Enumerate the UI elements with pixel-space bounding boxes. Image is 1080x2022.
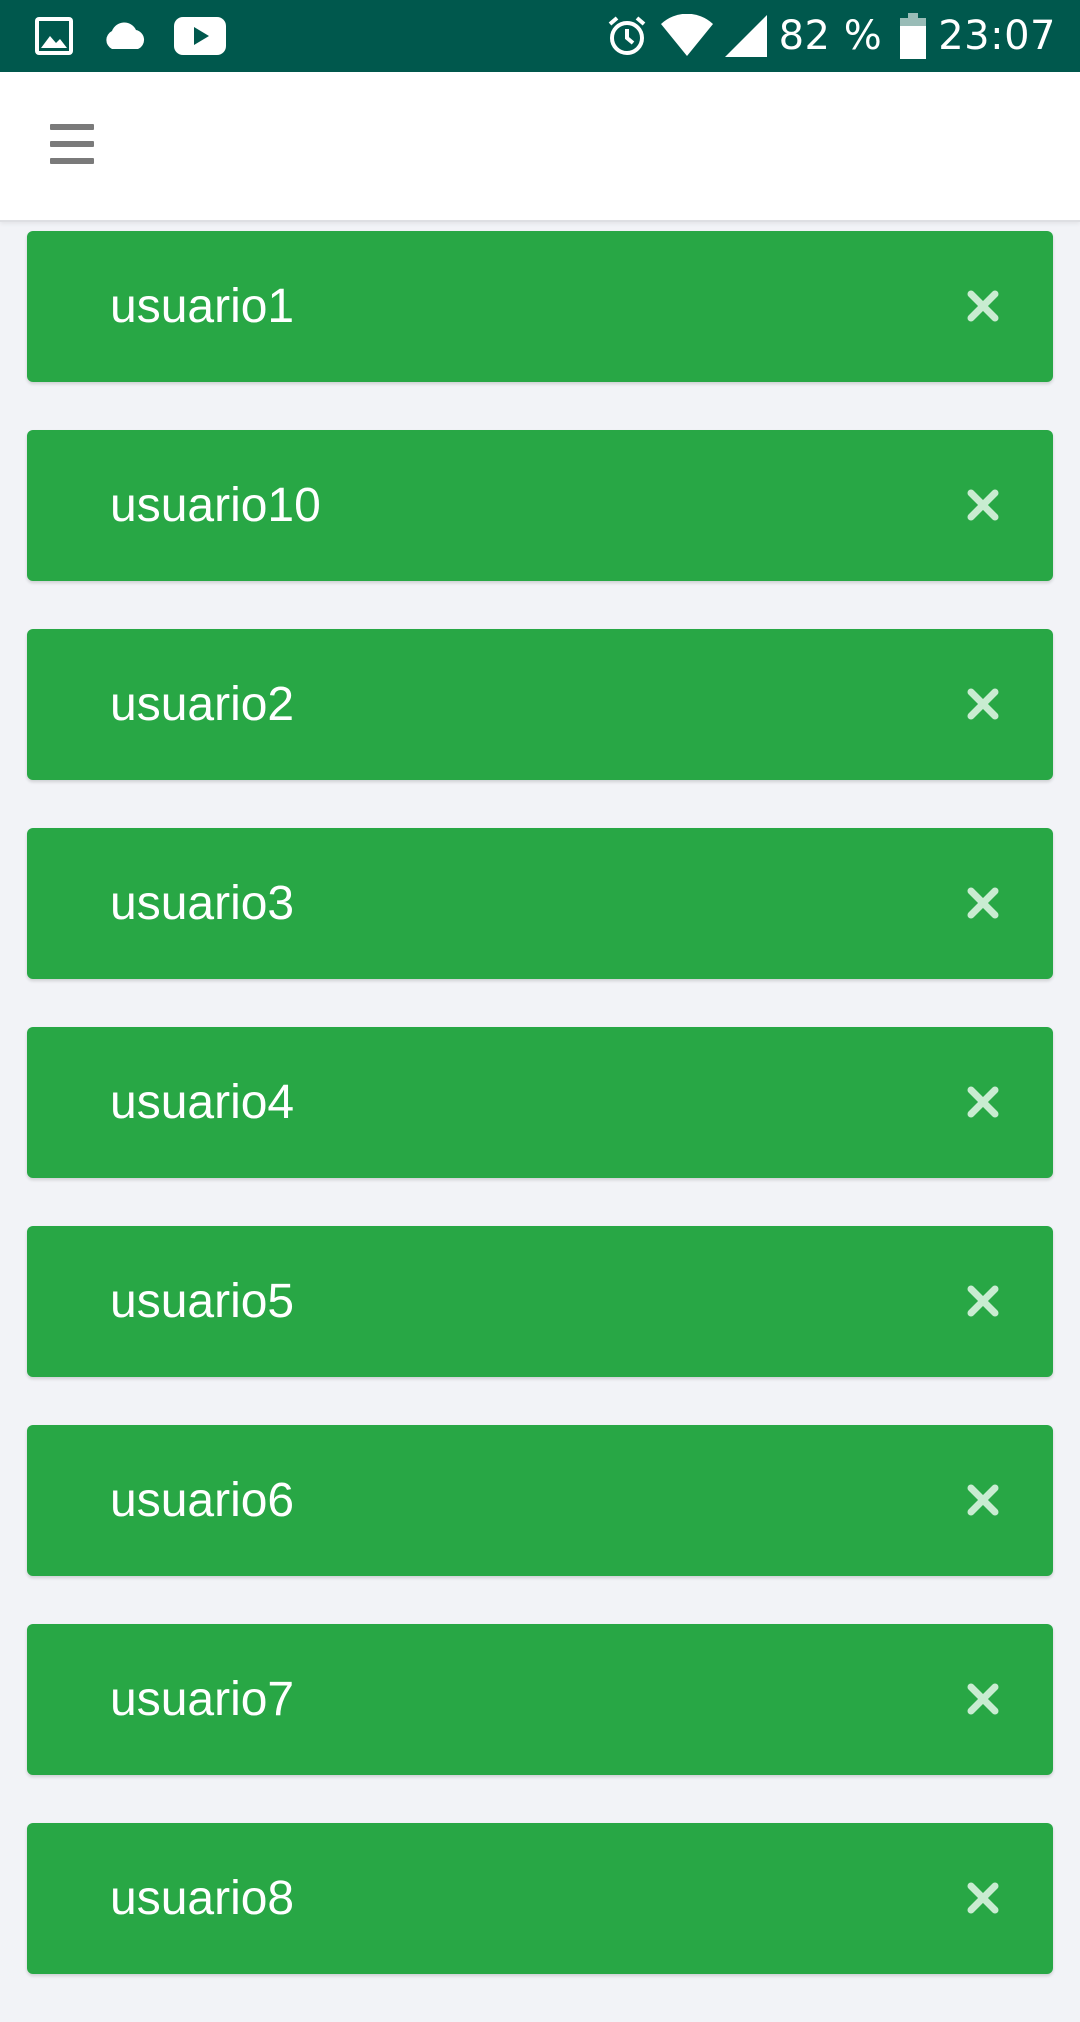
close-icon[interactable] [953,674,1013,734]
user-name: usuario8 [110,1872,295,1925]
close-icon[interactable] [953,475,1013,535]
signal-icon [724,15,767,57]
user-name: usuario2 [110,678,295,731]
user-name: usuario1 [110,280,295,333]
close-icon[interactable] [953,1669,1013,1729]
cloud-icon [100,21,148,51]
close-icon[interactable] [953,1868,1013,1928]
user-name: usuario4 [110,1076,295,1129]
user-list: usuario1 usuario10 usuario2 usuario3 usu… [27,231,1053,2022]
user-item-usuario8[interactable]: usuario8 [27,1823,1053,1974]
user-name: usuario3 [110,877,295,930]
status-bar: 82 % 23:07 [0,0,1080,72]
user-name: usuario5 [110,1275,295,1328]
user-item-usuario2[interactable]: usuario2 [27,629,1053,780]
app-header [0,72,1080,222]
user-item-usuario5[interactable]: usuario5 [27,1226,1053,1377]
close-icon[interactable] [953,873,1013,933]
status-time: 23:07 [938,13,1056,59]
close-icon[interactable] [953,276,1013,336]
user-item-usuario3[interactable]: usuario3 [27,828,1053,979]
battery-percent: 82 % [778,13,883,59]
user-item-usuario4[interactable]: usuario4 [27,1027,1053,1178]
alarm-icon [605,14,649,58]
wifi-icon [660,14,713,58]
user-name: usuario7 [110,1673,295,1726]
battery-icon [900,13,927,59]
image-icon [34,16,74,56]
status-left-icons [34,14,226,58]
close-icon[interactable] [953,1470,1013,1530]
user-item-usuario7[interactable]: usuario7 [27,1624,1053,1775]
hamburger-menu-icon[interactable] [40,112,104,176]
user-item-usuario10[interactable]: usuario10 [27,430,1053,581]
close-icon[interactable] [953,1271,1013,1331]
user-name: usuario6 [110,1474,295,1527]
user-item-usuario1[interactable]: usuario1 [27,231,1053,382]
close-icon[interactable] [953,1072,1013,1132]
status-right-icons: 82 % 23:07 [605,0,1056,72]
user-name: usuario10 [110,479,321,532]
youtube-icon [174,17,226,55]
user-item-usuario6[interactable]: usuario6 [27,1425,1053,1576]
